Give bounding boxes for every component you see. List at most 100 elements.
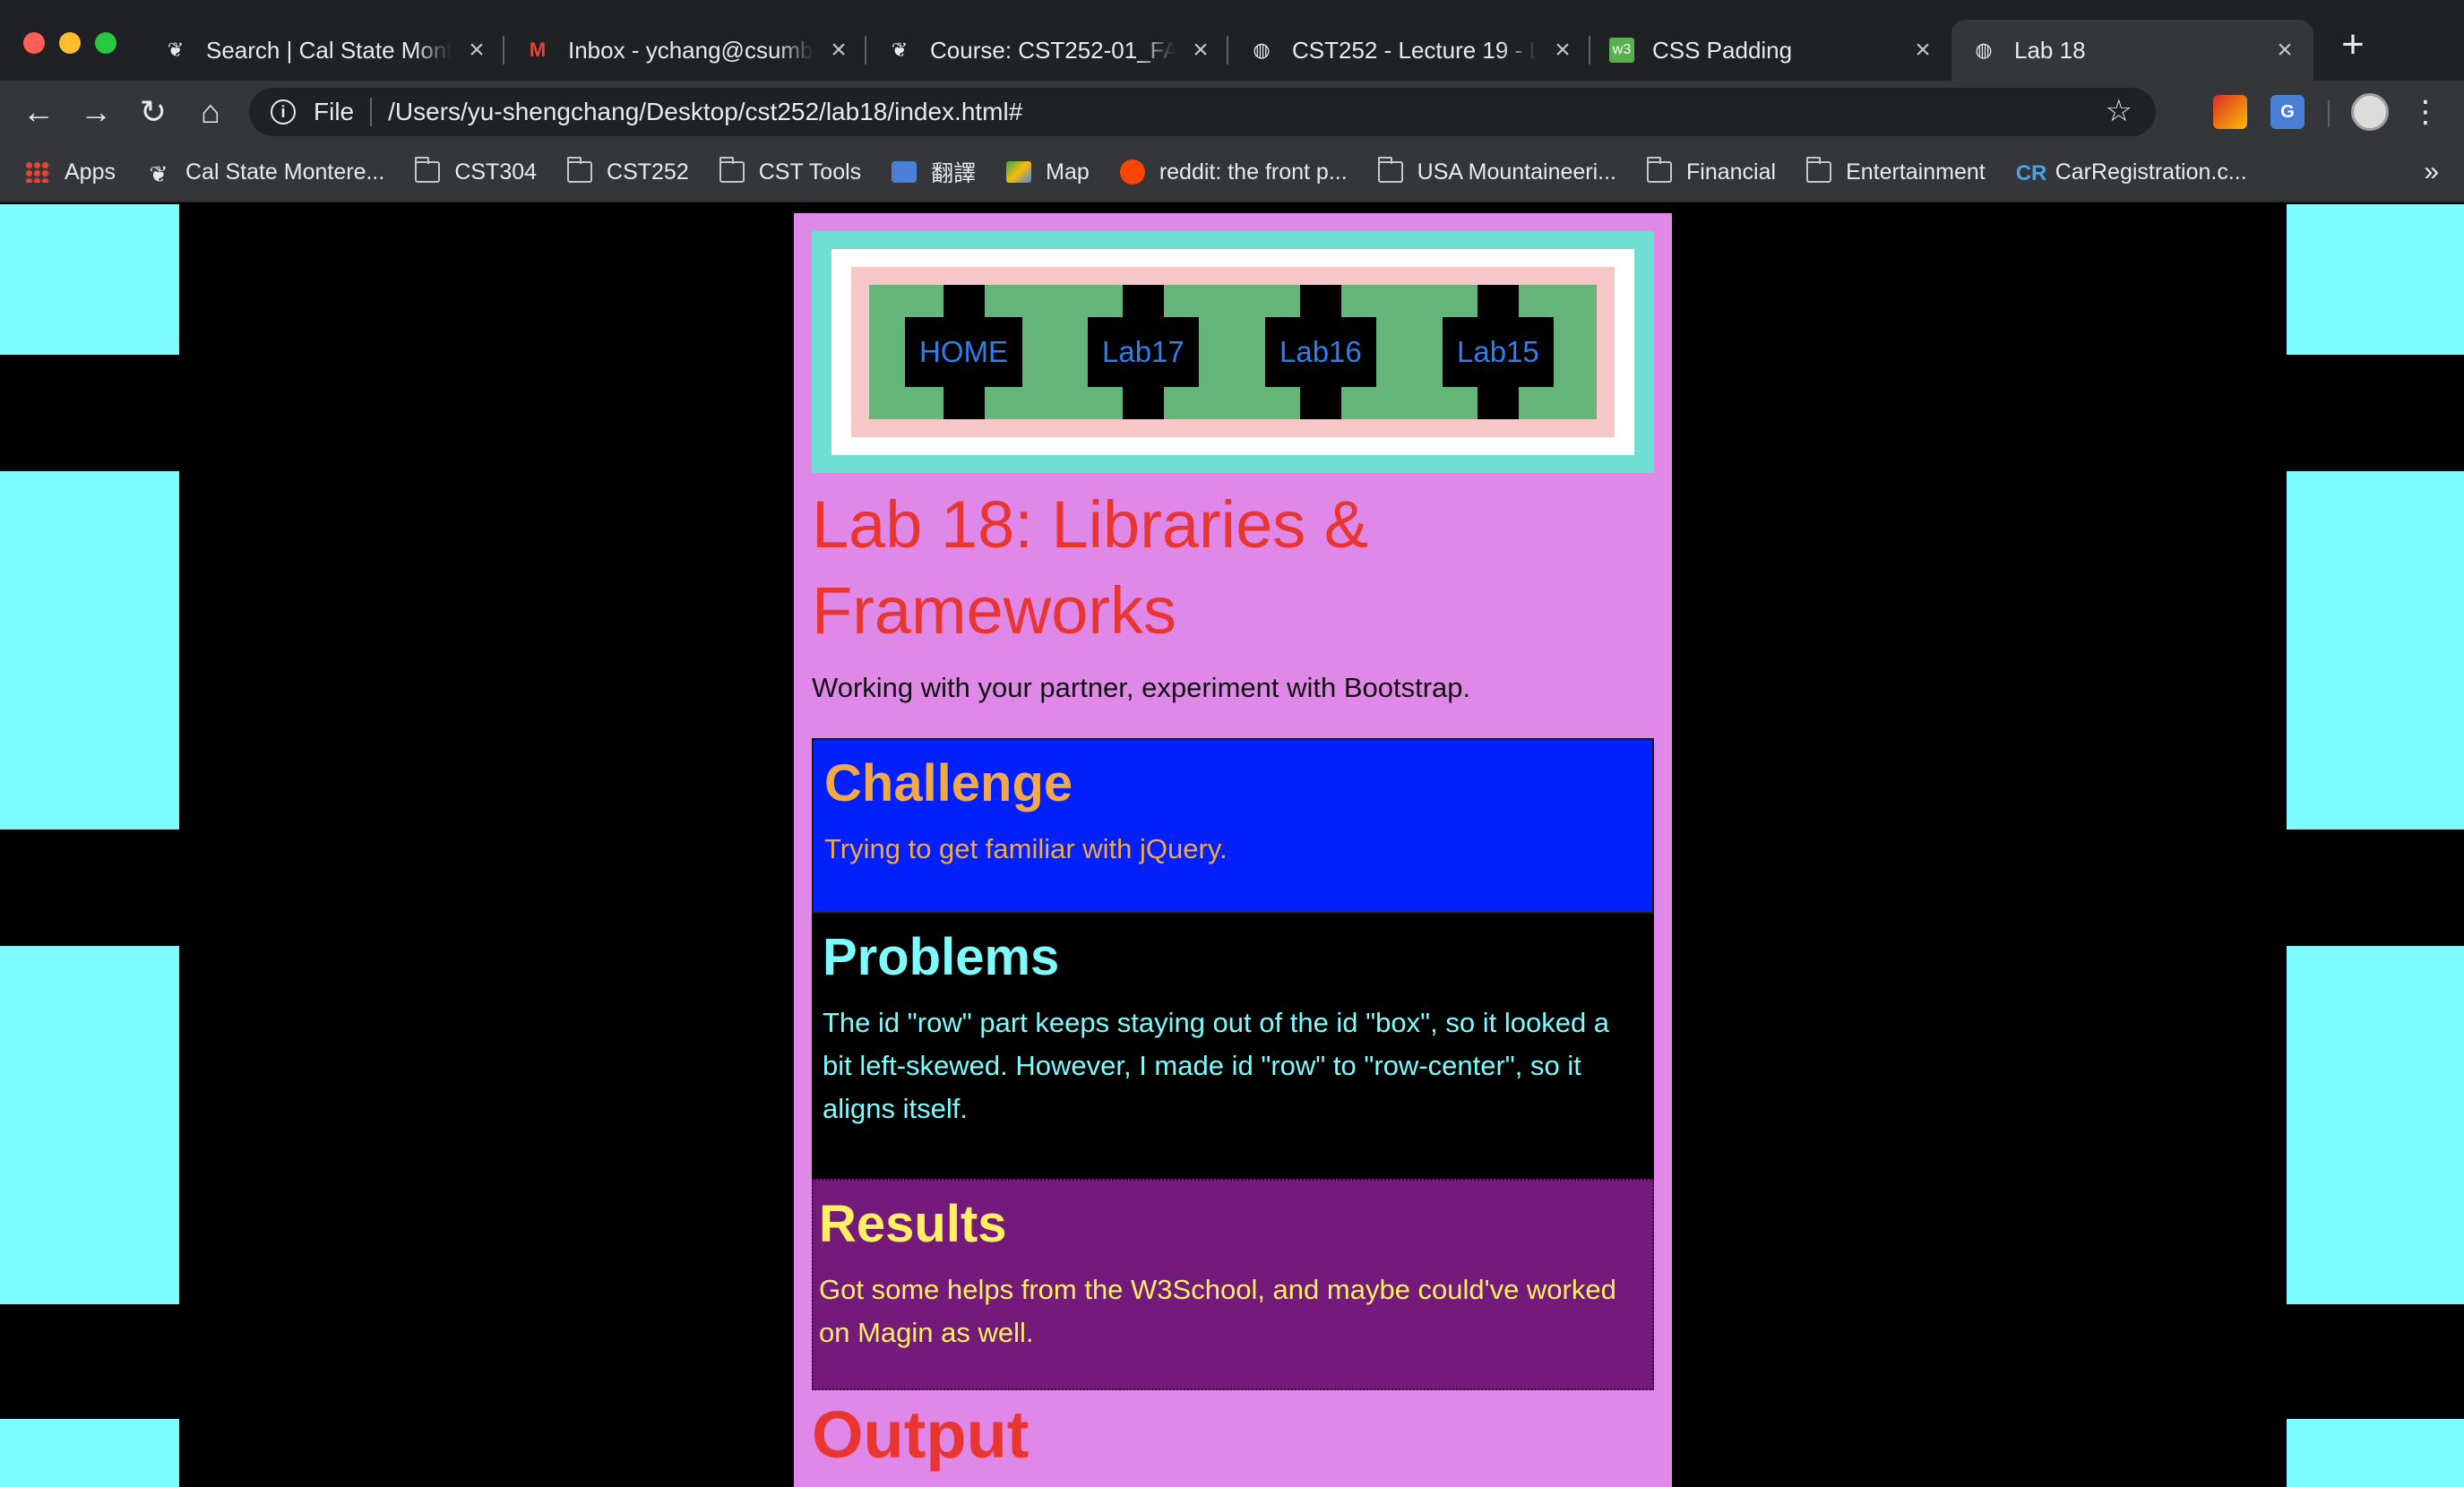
menu-icon[interactable]: ⋮ [2410,91,2441,133]
bookmark-cst252[interactable]: CST252 [567,157,689,185]
gmail-icon: M [529,39,547,61]
bookmark-translate[interactable]: 翻譯 [892,156,976,188]
tab-divider [1227,36,1228,64]
bookmark-label: 翻譯 [931,161,977,186]
nav-bar: HOME Lab17 Lab16 Lab15 [869,285,1597,419]
bookmark-label: Apps [65,159,116,185]
bookmark-reddit[interactable]: reddit: the front p... [1119,159,1348,185]
tab-search-csumb[interactable]: ❦ Search | Cal State Monterey Bay × [163,20,489,81]
google-translate-icon [892,161,918,183]
tab-title: CSS Padding [1652,36,1793,64]
nav-link-label[interactable]: Lab16 [1265,317,1376,387]
extension-icon[interactable] [2213,95,2247,129]
nav-frame-pink: HOME Lab17 Lab16 Lab15 [851,267,1615,437]
side-band [0,471,179,829]
google-translate-icon[interactable]: G [2270,95,2305,129]
bookmark-label: USA Mountaineeri... [1417,159,1616,185]
tab-divider [1589,36,1590,64]
nav-lab16-link[interactable]: Lab16 [1265,285,1376,419]
close-icon[interactable]: × [464,35,489,65]
bookmark-carregistration[interactable]: CR CarRegistration.c... [2015,159,2247,186]
bookmark-label: Financial [1686,159,1777,185]
tab-lecture[interactable]: ◍ CST252 - Lecture 19 - Libraries × [1249,20,1575,81]
challenge-text: Trying to get familiar with jQuery. [824,833,1228,864]
challenge-heading: Challenge [824,754,1073,812]
results-section: Results Got some helps from the W3School… [812,1179,1654,1390]
apps-icon [25,161,50,183]
nav-link-label[interactable]: HOME [905,317,1022,387]
window-maximize-button[interactable] [95,32,116,54]
bookmark-csumb[interactable]: ❦ Cal State Montere... [146,159,385,188]
nav-lab15-link[interactable]: Lab15 [1443,285,1554,419]
tab-inbox[interactable]: M Inbox - ychang@csumb.edu × [525,20,851,81]
page-title: Lab 18: Libraries & Frameworks [812,487,1369,648]
close-icon[interactable]: × [1188,35,1213,65]
bookmark-apps[interactable]: Apps [25,159,116,185]
tab-title: Inbox - ychang@csumb.edu [568,36,814,64]
info-icon[interactable]: i [271,99,296,125]
side-band [2287,946,2464,1304]
bookmark-cst-tools[interactable]: CST Tools [719,157,861,185]
folder-icon [415,157,441,183]
side-band [0,1419,179,1487]
address-bar[interactable]: i File /Users/yu-shengchang/Desktop/cst2… [249,88,2156,136]
tab-divider [503,36,504,64]
close-icon[interactable]: × [1550,35,1575,65]
output-heading: Output [812,1397,1030,1472]
forward-icon[interactable]: → [75,91,116,133]
profile-avatar[interactable] [2351,93,2389,131]
folder-icon [1377,157,1403,183]
w3schools-icon: w3 [1609,38,1634,63]
side-band [2287,471,2464,829]
close-icon[interactable]: × [2272,35,2297,65]
home-icon[interactable]: ⌂ [190,91,231,133]
back-icon[interactable]: ← [18,91,59,133]
side-band [0,204,179,355]
tab-bar: ❦ Search | Cal State Monterey Bay × M In… [0,0,2464,81]
challenge-section: Challenge Trying to get familiar with jQ… [812,738,1654,914]
bookmark-entertainment[interactable]: Entertainment [1806,157,1986,185]
bookmark-label: Map [1046,159,1090,185]
new-tab-button[interactable]: + [2335,25,2371,64]
bookmark-label: CST304 [454,159,538,185]
url-text[interactable]: /Users/yu-shengchang/Desktop/cst252/lab1… [388,98,1022,126]
omnibox-divider [370,98,373,126]
nav-link-label[interactable]: Lab17 [1088,317,1199,387]
carregistration-icon: CR [2015,161,2047,185]
folder-icon [1806,157,1832,183]
reload-icon[interactable]: ↻ [133,91,174,133]
bookmark-label: Entertainment [1846,159,1986,185]
window-minimize-button[interactable] [59,32,81,54]
nav-home-link[interactable]: HOME [905,285,1022,419]
side-band [0,946,179,1304]
nav-lab17-link[interactable]: Lab17 [1088,285,1199,419]
nav-frame-inner: HOME Lab17 Lab16 Lab15 [831,249,1634,455]
lead-text: Working with your partner, experiment wi… [812,672,1471,703]
page-viewport[interactable]: HOME Lab17 Lab16 Lab15 Lab 18: Libraries… [0,204,2464,1487]
folder-icon [1647,157,1672,183]
tab-title: Search | Cal State Monterey Bay [206,36,452,64]
close-icon[interactable]: × [1910,35,1935,65]
close-icon[interactable]: × [826,35,851,65]
tab-title: Lab 18 [2014,36,2086,64]
bookmark-label: CarRegistration.c... [2055,159,2247,185]
tab-css-padding[interactable]: w3 CSS Padding × [1609,20,1935,81]
nav-link-label[interactable]: Lab15 [1443,317,1554,387]
problems-section: Problems The id "row" part keeps staying… [812,914,1654,1179]
tab-course[interactable]: ❦ Course: CST252-01_FA19 × [887,20,1213,81]
more-bookmarks-icon[interactable]: » [2424,157,2439,187]
csumb-icon: ❦ [167,39,185,61]
csumb-icon: ❦ [149,162,168,187]
problems-text: The id "row" part keeps staying out of t… [823,1007,1610,1124]
bookmark-cst304[interactable]: CST304 [415,157,538,185]
bookmark-financial[interactable]: Financial [1647,157,1777,185]
results-heading: Results [819,1195,1007,1253]
bookmark-usa-mountaineering[interactable]: USA Mountaineeri... [1377,157,1616,185]
side-band [2287,204,2464,355]
window-close-button[interactable] [23,32,45,54]
bookmark-map[interactable]: Map [1006,159,1090,185]
bookmarks-bar: Apps ❦ Cal State Montere... CST304 CST252… [0,143,2464,202]
tab-lab18[interactable]: ◍ Lab 18 × [1951,20,2313,81]
folder-icon [567,157,593,183]
bookmark-star-icon[interactable]: ☆ [2106,93,2132,129]
